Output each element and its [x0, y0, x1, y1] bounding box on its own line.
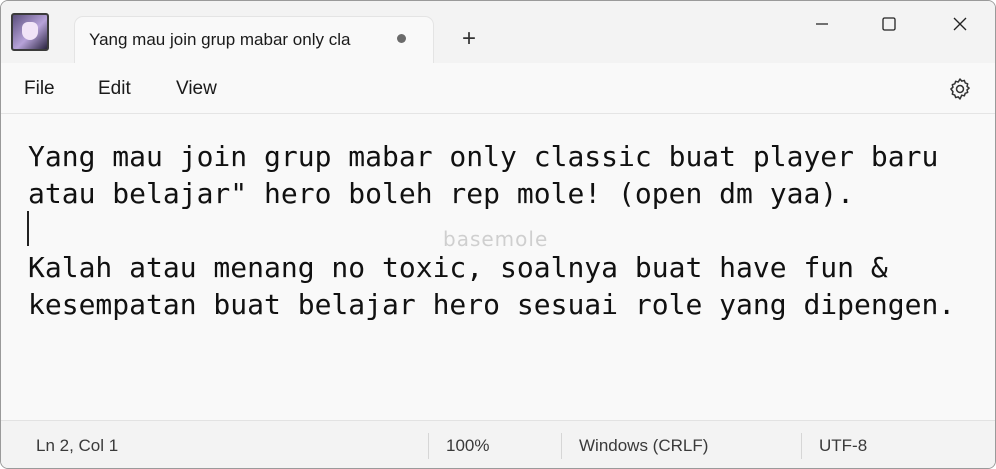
gear-icon[interactable] [947, 76, 973, 102]
close-icon [953, 17, 967, 31]
zoom-level[interactable]: 100% [446, 436, 489, 456]
app-icon-face [22, 22, 38, 40]
close-button[interactable] [925, 1, 995, 47]
unsaved-dot-icon[interactable] [397, 34, 406, 43]
new-tab-button[interactable]: + [456, 26, 482, 52]
menu-bar: File Edit View [1, 63, 995, 114]
notepad-app-icon[interactable] [11, 13, 49, 51]
text-line: atau belajar" hero boleh rep mole! (open… [28, 177, 855, 210]
tab-title: Yang mau join grup mabar only cla [89, 30, 351, 49]
menu-file[interactable]: File [24, 78, 55, 100]
minimize-button[interactable] [787, 1, 857, 47]
status-divider [561, 433, 562, 459]
title-bar[interactable]: Yang mau join grup mabar only cla + [1, 1, 995, 63]
status-bar: Ln 2, Col 1 100% Windows (CRLF) UTF-8 [1, 420, 995, 468]
cursor-position[interactable]: Ln 2, Col 1 [36, 436, 118, 456]
status-divider [428, 433, 429, 459]
text-line: Yang mau join grup mabar only classic bu… [28, 140, 939, 173]
notepad-window: Yang mau join grup mabar only cla + File… [0, 0, 996, 469]
text-caret [27, 211, 29, 246]
maximize-icon [882, 17, 896, 31]
maximize-button[interactable] [854, 1, 924, 47]
menu-view[interactable]: View [176, 78, 217, 100]
menu-edit[interactable]: Edit [98, 78, 131, 100]
text-line: kesempatan buat belajar hero sesuai role… [28, 288, 956, 321]
watermark: basemole [443, 227, 549, 251]
minimize-icon [816, 23, 828, 25]
text-editor[interactable]: Yang mau join grup mabar only classic bu… [1, 114, 995, 420]
encoding[interactable]: UTF-8 [819, 436, 867, 456]
status-divider [801, 433, 802, 459]
document-tab[interactable]: Yang mau join grup mabar only cla [75, 17, 433, 63]
line-ending[interactable]: Windows (CRLF) [579, 436, 708, 456]
text-line: Kalah atau menang no toxic, soalnya buat… [28, 251, 888, 284]
